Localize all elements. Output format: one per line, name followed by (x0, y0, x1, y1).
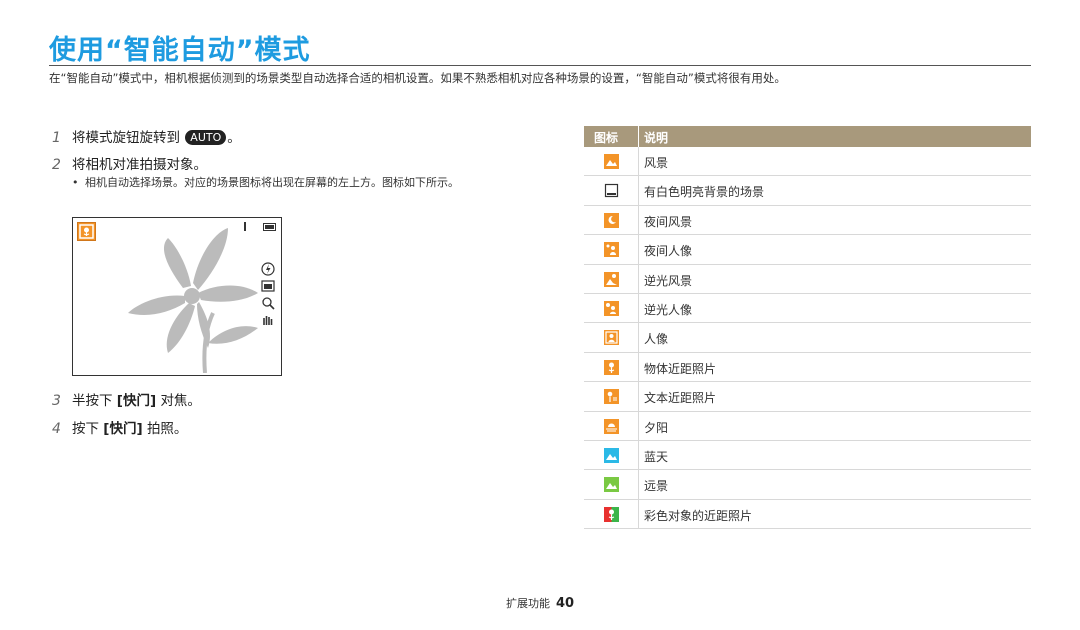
page-footer: 扩展功能 40 (506, 595, 574, 611)
header-icon: 图标 (594, 131, 619, 145)
table-row: 夜间人像 (584, 235, 1031, 265)
table-row: 远景 (584, 470, 1031, 500)
step-4: 4 按下 [快门] 拍照。 (52, 417, 187, 437)
step-text-end: 。 (227, 130, 241, 146)
table-row: 物体近距照片 (584, 352, 1031, 383)
scene-label: 风景 (644, 156, 669, 170)
sunset-icon (604, 418, 619, 434)
table-row: 文本近距照片 (584, 382, 1031, 412)
title-divider (49, 65, 1031, 66)
zoom-icon (262, 297, 275, 310)
macro-object-icon (604, 359, 619, 375)
table-row: 人像 (584, 323, 1031, 353)
table-row: 夜间风景 (584, 205, 1031, 236)
blue-sky-icon (604, 447, 619, 463)
table-header: 图标 说明 (584, 126, 1031, 147)
scene-label: 物体近距照片 (644, 361, 717, 376)
table-row: 逆光人像 (584, 293, 1031, 324)
night-portrait-icon (604, 242, 619, 258)
auto-mode-badge: AUTO (185, 130, 227, 145)
table-row: 有白色明亮背景的场景 (584, 176, 1031, 206)
scene-label: 有白色明亮背景的场景 (644, 185, 765, 200)
scene-label: 夕阳 (644, 420, 669, 435)
step-text-end: 拍照。 (146, 421, 188, 437)
shutter-key: [快门] (116, 393, 157, 409)
distant-view-icon (604, 477, 619, 493)
step-text: 将相机对准拍摄对象。 (72, 157, 207, 173)
scene-icon-table: 图标 说明 风景有白色明亮背景的场景 夜间风景夜间人像逆光风景逆光人像人像物体近距… (584, 126, 1031, 530)
backlight-portrait-icon (604, 300, 619, 316)
table-body: 风景有白色明亮背景的场景 夜间风景夜间人像逆光风景逆光人像人像物体近距照片 文本近距… (584, 147, 1031, 530)
page-number: 40 (556, 596, 575, 611)
step-text: 按下 (72, 421, 99, 437)
step-text: 半按下 (72, 393, 113, 409)
page-title: 使用“智能自动”模式 (49, 35, 311, 66)
camera-screen-illustration (72, 217, 282, 376)
table-row: 蓝天 (584, 440, 1031, 471)
intro-text: 在“智能自动”模式中，相机根据侦测到的场景类型自动选择合适的相机设置。如果不熟悉… (49, 71, 786, 85)
stabilizer-icon (263, 316, 273, 325)
night-landscape-icon (604, 212, 619, 228)
step-2: 2 将相机对准拍摄对象。 (52, 153, 207, 173)
scene-label: 蓝天 (644, 449, 669, 464)
color-macro-icon (604, 506, 619, 522)
portrait-icon (604, 330, 619, 346)
macro-text-icon (604, 389, 619, 405)
shutter-key: [快门] (103, 421, 143, 437)
bullet-note: • 相机自动选择场景。对应的场景图标将出现在屏幕的左上方。图标如下所示。 (72, 175, 512, 190)
scene-label: 逆光人像 (644, 302, 693, 317)
scene-label: 夜间风景 (644, 214, 693, 229)
bullet-text: 相机自动选择场景。对应的场景图标将出现在屏幕的左上方。图标如下所示。 (85, 176, 459, 189)
scene-label: 逆光风景 (644, 273, 693, 288)
step-number: 4 (52, 421, 61, 437)
scene-label: 文本近距照片 (644, 391, 717, 406)
step-3: 3 半按下 [快门] 对焦。 (52, 389, 201, 409)
step-number: 1 (52, 130, 61, 146)
step-number: 3 (52, 393, 61, 409)
table-row: 夕阳 (584, 411, 1031, 441)
flower-silhouette (128, 228, 258, 373)
step-text: 将模式旋钮旋转到 (72, 130, 180, 146)
flash-off-icon (261, 262, 275, 276)
table-row: 风景 (584, 147, 1031, 177)
scene-label: 彩色对象的近距照片 (644, 508, 753, 523)
step-text-end: 对焦。 (160, 393, 201, 409)
header-desc: 说明 (644, 131, 669, 145)
resolution-icon (261, 280, 275, 292)
table-row: 彩色对象的近距照片 (584, 499, 1031, 530)
footer-section: 扩展功能 (506, 597, 550, 610)
step-1: 1 将模式旋钮旋转到 AUTO。 (52, 126, 241, 146)
table-row: 逆光风景 (584, 264, 1031, 294)
battery-icon (263, 223, 276, 231)
scene-label: 夜间人像 (644, 244, 693, 259)
scene-label: 人像 (644, 332, 669, 347)
backlight-landscape-icon (604, 271, 619, 287)
white-scene-icon (604, 183, 619, 199)
step-number: 2 (52, 157, 61, 173)
landscape-icon (604, 154, 619, 169)
scene-label: 远景 (644, 479, 669, 494)
bullet-dot: • (72, 176, 79, 189)
scene-icon (77, 222, 96, 241)
